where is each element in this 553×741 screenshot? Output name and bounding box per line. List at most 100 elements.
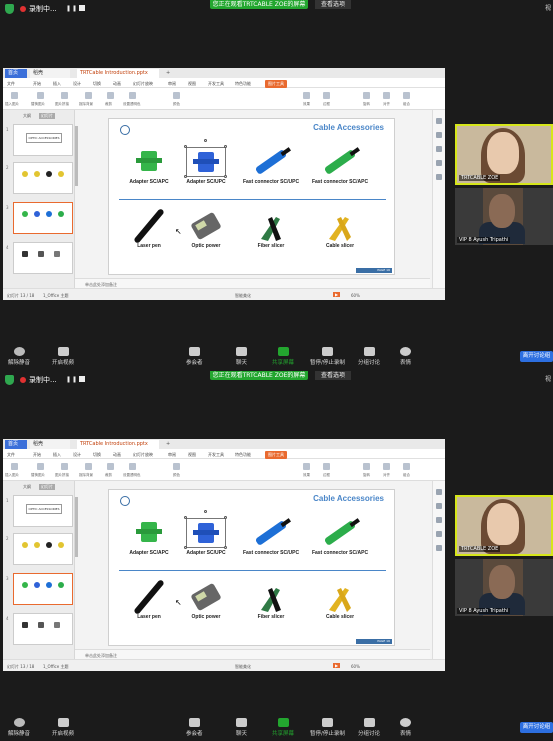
menu-item[interactable]: 插入	[53, 452, 61, 458]
picture-splice-icon[interactable]	[61, 92, 68, 99]
replace-picture-icon[interactable]	[37, 463, 44, 470]
notes-field[interactable]: 单击此处添加备注	[75, 278, 430, 288]
pause-recording-icon[interactable]: ❚❚	[66, 376, 78, 383]
beautify-button[interactable]: 智能美化	[235, 664, 251, 670]
product-cable-slicer[interactable]: Cable slicer	[305, 209, 375, 249]
outline-tab[interactable]: 大纲	[23, 484, 31, 490]
color-icon[interactable]	[173, 463, 180, 470]
chat-button[interactable]: 聊天	[236, 718, 247, 737]
slide-thumbnail-active[interactable]: 3	[6, 573, 73, 605]
transition-icon[interactable]	[436, 531, 442, 537]
slide-thumbnail[interactable]: 4	[6, 242, 73, 274]
resize-handle[interactable]	[224, 175, 227, 178]
crop-icon[interactable]	[107, 92, 114, 99]
resize-handle[interactable]	[224, 546, 227, 549]
view-options-button[interactable]: 查看选项	[315, 0, 351, 9]
slide-canvas[interactable]: Cable Accessories Adapter SC/APC Adapter…	[108, 118, 395, 275]
menu-item[interactable]: 设计	[73, 452, 81, 458]
effects-icon[interactable]	[303, 463, 310, 470]
pause-stop-recording-button[interactable]: 暂停/停止录制	[310, 347, 345, 366]
remove-background-icon[interactable]	[85, 92, 92, 99]
share-screen-button[interactable]: 共享屏幕	[272, 347, 294, 366]
menu-item[interactable]: 幻灯片放映	[133, 452, 153, 458]
participant-video-tile[interactable]: TRTCABLE ZOE	[455, 124, 553, 185]
tab-presentation-file[interactable]: TRTCable Introduction.pptx	[77, 440, 159, 449]
insert-picture-icon[interactable]	[11, 463, 18, 470]
rotate-icon[interactable]	[363, 92, 370, 99]
slide-thumbnail[interactable]: 2	[6, 162, 73, 194]
menu-item[interactable]: 切换	[93, 452, 101, 458]
menu-item[interactable]: 视图	[188, 81, 196, 87]
style-icon[interactable]	[436, 503, 442, 509]
rotate-handle[interactable]	[204, 510, 207, 513]
slide-thumbnail[interactable]: 1 OPTIC ACCESSORIES	[6, 495, 73, 527]
animation-icon[interactable]	[436, 517, 442, 523]
leave-breakout-button[interactable]: 离开讨论组	[520, 351, 553, 362]
color-icon[interactable]	[173, 92, 180, 99]
slide-thumbnail[interactable]: 4	[6, 613, 73, 645]
slide-thumbnail[interactable]: 2	[6, 533, 73, 565]
resize-handle[interactable]	[184, 516, 187, 519]
product-fast-connector-sc-apc[interactable]: Fast connector SC/APC	[305, 145, 375, 185]
notes-field[interactable]: 单击此处添加备注	[75, 649, 430, 659]
border-icon[interactable]	[323, 92, 330, 99]
menu-item[interactable]: 审阅	[168, 81, 176, 87]
product-fast-connector-sc-upc[interactable]: Fast connector SC/UPC	[236, 145, 306, 185]
group-icon[interactable]	[403, 92, 410, 99]
settings-icon[interactable]	[436, 545, 442, 551]
resize-handle[interactable]	[184, 175, 187, 178]
stop-recording-icon[interactable]	[79, 376, 85, 382]
outline-tab[interactable]: 大纲	[23, 113, 31, 119]
reactions-button[interactable]: 表情	[400, 347, 411, 366]
border-icon[interactable]	[323, 463, 330, 470]
participant-video-tile[interactable]: TRTCABLE ZOE	[455, 495, 553, 556]
product-adapter-sc-upc[interactable]: Adapter SC/UPC	[171, 139, 241, 185]
view-label[interactable]: 视	[545, 3, 551, 12]
remove-background-icon[interactable]	[85, 463, 92, 470]
new-tab-button[interactable]: +	[163, 440, 173, 449]
unmute-button[interactable]: 解除静音	[8, 718, 30, 737]
slide-canvas[interactable]: Cable Accessories Adapter SC/APC Adapter…	[108, 489, 395, 646]
crop-icon[interactable]	[107, 463, 114, 470]
view-label[interactable]: 视	[545, 374, 551, 383]
zoom-level[interactable]: 60%	[351, 293, 360, 298]
menu-item[interactable]: 切换	[93, 81, 101, 87]
animation-icon[interactable]	[436, 146, 442, 152]
start-video-button[interactable]: 开启视频	[52, 718, 74, 737]
menu-item[interactable]: 文件	[7, 452, 15, 458]
menu-item-picture-tools[interactable]: 图片工具	[265, 80, 287, 88]
thumbnail-scrollbar[interactable]	[75, 126, 78, 186]
unmute-button[interactable]: 解除静音	[8, 347, 30, 366]
reactions-button[interactable]: 表情	[400, 718, 411, 737]
shield-icon[interactable]	[5, 4, 14, 14]
participants-button[interactable]: 参会者	[186, 347, 203, 366]
resize-handle[interactable]	[224, 145, 227, 148]
properties-icon[interactable]	[436, 118, 442, 124]
menu-item[interactable]: 审阅	[168, 452, 176, 458]
menu-item[interactable]: 特色功能	[235, 452, 251, 458]
slide-thumbnail[interactable]: 1 OPTIC ACCESSORIES	[6, 124, 73, 156]
menu-item[interactable]: 动画	[113, 81, 121, 87]
breakout-rooms-button[interactable]: 分组讨论	[358, 718, 380, 737]
thumbnail-scrollbar[interactable]	[75, 497, 78, 557]
properties-icon[interactable]	[436, 489, 442, 495]
menu-item[interactable]: 动画	[113, 452, 121, 458]
resize-handle[interactable]	[184, 145, 187, 148]
menu-item[interactable]: 设计	[73, 81, 81, 87]
selection-box[interactable]	[186, 518, 226, 548]
leave-breakout-button[interactable]: 离开讨论组	[520, 722, 553, 733]
menu-item[interactable]: 开发工具	[208, 81, 224, 87]
tab-docer[interactable]: 稻壳	[30, 69, 70, 78]
menu-item[interactable]: 特色功能	[235, 81, 251, 87]
group-icon[interactable]	[403, 463, 410, 470]
pause-recording-icon[interactable]: ❚❚	[66, 5, 78, 12]
slide-thumbnail-active[interactable]: 3	[6, 202, 73, 234]
rotate-handle[interactable]	[204, 139, 207, 142]
menu-item[interactable]: 幻灯片放映	[133, 81, 153, 87]
slides-tab[interactable]: 幻灯片	[39, 113, 55, 119]
align-icon[interactable]	[383, 463, 390, 470]
chat-button[interactable]: 聊天	[236, 347, 247, 366]
participant-video-tile[interactable]: VIP 8 Ayush Tripathi	[455, 188, 553, 245]
menu-item[interactable]: 文件	[7, 81, 15, 87]
menu-item[interactable]: 开始	[33, 452, 41, 458]
